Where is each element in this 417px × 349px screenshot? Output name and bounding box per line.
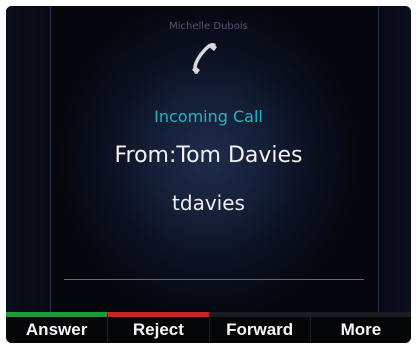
divider-line <box>64 279 364 280</box>
display-bezel: Michelle Dubois Incoming Call From:Tom D… <box>6 6 411 343</box>
more-button[interactable]: More <box>309 312 411 343</box>
call-display: Michelle Dubois Incoming Call From:Tom D… <box>6 6 411 312</box>
line-owner-label: Michelle Dubois <box>169 21 248 32</box>
forward-button[interactable]: Forward <box>208 312 310 343</box>
answer-button[interactable]: Answer <box>6 312 108 343</box>
softkey-bar: Answer Reject Forward More <box>6 312 411 343</box>
reject-button[interactable]: Reject <box>107 312 209 343</box>
call-status-text: Incoming Call <box>154 107 263 126</box>
phone-handset-icon <box>187 39 221 79</box>
caller-id: tdavies <box>172 191 245 215</box>
phone-screen: Michelle Dubois Incoming Call From:Tom D… <box>0 0 417 349</box>
caller-name: From:Tom Davies <box>114 143 303 168</box>
